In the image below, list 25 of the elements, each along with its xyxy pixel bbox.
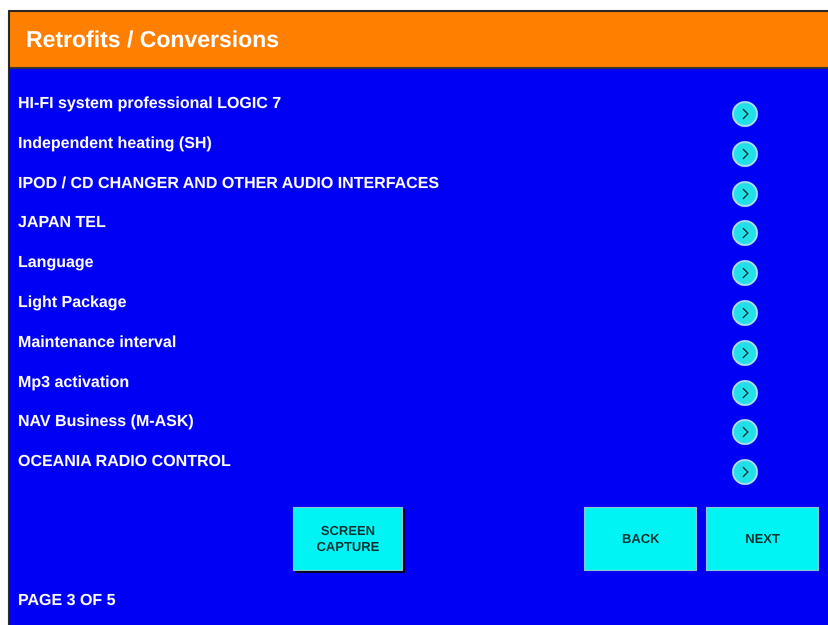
item-label: HI-FI system professional LOGIC 7 (18, 95, 282, 113)
window-title: Retrofits / Conversions (26, 26, 280, 53)
page-indicator: PAGE 3 OF 5 (18, 592, 117, 610)
item-label: Maintenance interval (18, 334, 178, 352)
item-label: OCEANIA RADIO CONTROL (18, 453, 232, 472)
item-label: Independent heating (SH) (18, 134, 213, 153)
chevron-right-icon[interactable] (732, 180, 758, 207)
item-label: Mp3 activation (18, 374, 130, 392)
item-label: Light Package (18, 294, 128, 312)
back-button[interactable]: BACK (584, 506, 698, 571)
chevron-right-icon[interactable] (732, 300, 758, 326)
screen-capture-button[interactable]: SCREEN CAPTURE (293, 506, 403, 571)
next-button[interactable]: NEXT (706, 506, 819, 571)
chevron-right-icon[interactable] (732, 140, 758, 167)
chevron-right-icon[interactable] (732, 419, 758, 446)
chevron-right-icon[interactable] (732, 220, 758, 246)
chevron-right-icon[interactable] (732, 260, 758, 286)
chevron-right-icon[interactable] (732, 340, 758, 366)
chevron-right-icon[interactable] (732, 459, 758, 486)
chevron-right-icon[interactable] (732, 380, 758, 406)
item-label: Language (18, 254, 95, 272)
item-label: NAV Business (M-ASK) (18, 413, 195, 432)
item-label: IPOD / CD CHANGER AND OTHER AUDIO INTERFACES (18, 174, 440, 193)
chevron-right-icon[interactable] (732, 101, 758, 127)
item-label: JAPAN TEL (18, 214, 107, 232)
